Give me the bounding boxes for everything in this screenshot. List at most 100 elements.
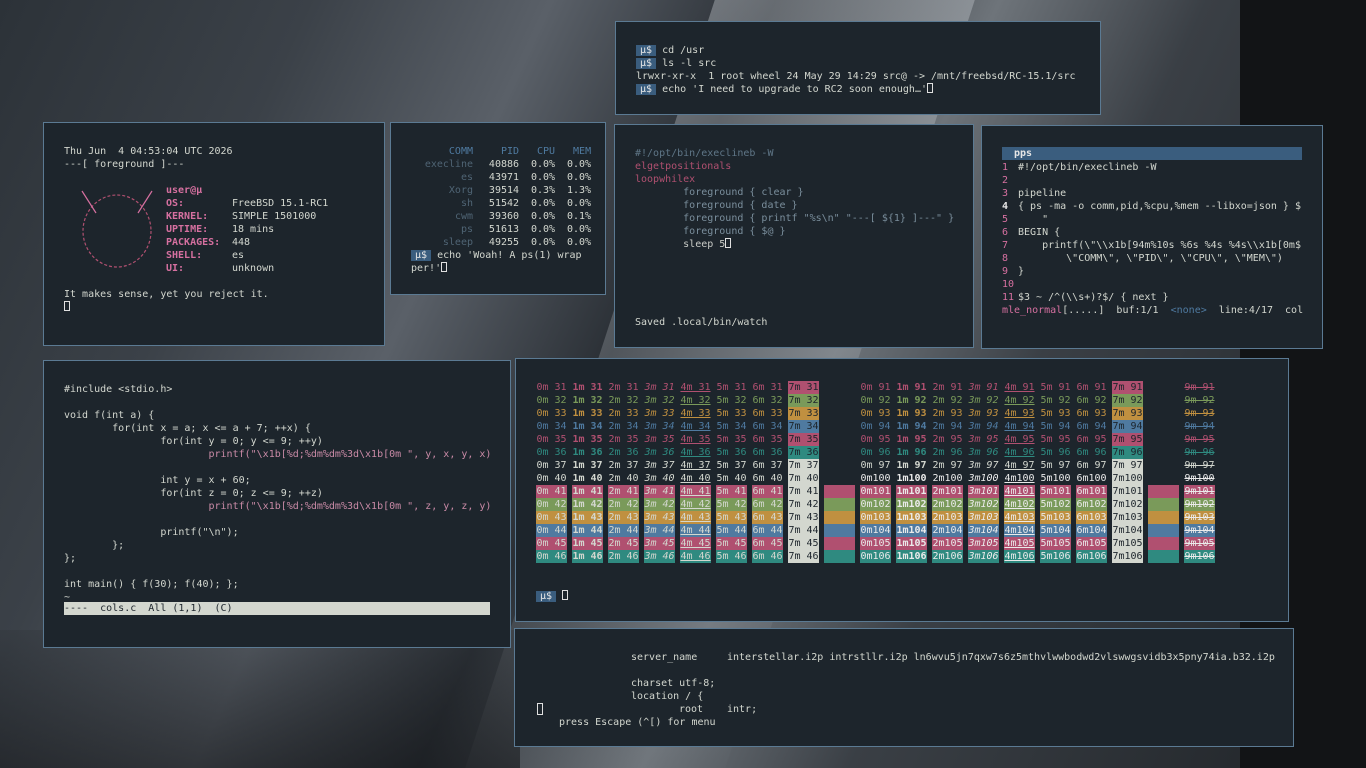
- editor-line: 6 BEGIN {: [1002, 227, 1061, 238]
- color-cell: 2m 31: [608, 382, 639, 393]
- color-cell: 4m 32: [680, 395, 711, 406]
- color-cell-bright: 1m 92: [896, 395, 927, 406]
- color-table-window[interactable]: 0m 31 1m 31 2m 31 3m 31 4m 31 5m 31 6m 31 7m 31…: [515, 358, 1289, 622]
- color-cell-bright: 0m104: [860, 524, 891, 537]
- color-cell: 3m 33: [644, 408, 675, 419]
- code-line: foreground { printf "%s\n" "---[ ${1} ]-…: [635, 213, 955, 224]
- os-label: OS:: [166, 198, 185, 209]
- color-cell-bright: 9m105: [1184, 537, 1215, 550]
- color-cell: 1m 36: [572, 447, 603, 458]
- config-line: location / {: [631, 691, 704, 702]
- color-cell: 5m 45: [716, 537, 747, 550]
- date-text: Thu Jun 4 04:53:04 UTC 2026: [64, 146, 233, 157]
- color-cell: 3m 41: [644, 485, 675, 498]
- color-cell-bright: 9m102: [1184, 498, 1215, 511]
- terminal-line: µ$ echo 'I need to upgrade to RC2 soon e…: [636, 83, 933, 96]
- color-cell-bright: 2m101: [932, 485, 963, 498]
- editor-window[interactable]: pps 1 #!/opt/bin/execlineb -W 2 3 pipeline 4{…: [981, 125, 1323, 349]
- color-cell: 3m 37: [644, 460, 675, 471]
- color-cell-bright: 3m 96: [968, 447, 999, 458]
- color-cell: 2m 45: [608, 537, 639, 550]
- ps-window[interactable]: COMM PID CPU MEM execline 40886 0.0% 0.0…: [390, 122, 606, 295]
- code-line: foreground { clear }: [635, 187, 804, 198]
- editor-line: 11 $3 ~ /^(\\s+)?$/ { next }: [1002, 292, 1169, 303]
- color-swatch: [1148, 446, 1179, 459]
- code-line: };: [64, 540, 125, 551]
- uptime-label: UPTIME:: [166, 224, 209, 235]
- color-cell: 6m 31: [752, 382, 783, 393]
- color-cell: 7m 46: [788, 550, 819, 563]
- editor-line: 7 printf(\"\\x1b[94m%10s %6s %4s %4s\\x1…: [1002, 240, 1301, 251]
- color-cell: 0m 41: [536, 485, 567, 498]
- color-cell-bright: 1m102: [896, 498, 927, 511]
- color-cell-bright: 5m 95: [1040, 434, 1071, 445]
- tab-pps[interactable]: pps: [1002, 147, 1302, 160]
- color-cell: 6m 35: [752, 434, 783, 445]
- color-cell-bright: 2m102: [932, 498, 963, 511]
- color-cell-bright: 2m 95: [932, 434, 963, 445]
- command-text: echo 'Woah! A ps(1) wrap: [437, 250, 582, 261]
- fetch-window[interactable]: Thu Jun 4 04:53:04 UTC 2026 ---[ foregro…: [43, 122, 385, 346]
- wallpaper-floor: [0, 630, 520, 768]
- watch-script-window[interactable]: #!/opt/bin/execlineb -W elgetpositionals…: [614, 124, 974, 348]
- text-cursor: [441, 262, 448, 272]
- color-cell-bright: 1m101: [896, 485, 927, 498]
- color-cell: 2m 41: [608, 485, 639, 498]
- color-cell-bright: 1m 93: [896, 408, 927, 419]
- color-cell-bright: 5m102: [1040, 498, 1071, 511]
- color-cell-bright: 3m105: [968, 537, 999, 550]
- color-cell-bright: 0m100: [860, 472, 891, 485]
- color-cell-bright: 2m103: [932, 511, 963, 524]
- color-cell-bright: 6m 97: [1076, 460, 1107, 471]
- ps-row: cwm 39360 0.0% 0.1%: [454, 211, 592, 222]
- color-cell: 0m 37: [536, 460, 567, 471]
- color-swatch: [1148, 459, 1179, 472]
- color-cell-bright: 9m106: [1184, 550, 1215, 563]
- terminal-window-top[interactable]: µ$ cd /usr µ$ ls -l src lrwxr-xr-x 1 roo…: [615, 21, 1101, 115]
- color-cell-bright: 6m106: [1076, 550, 1107, 563]
- ps-row: sh 51542 0.0% 0.0%: [460, 198, 592, 209]
- color-cell-bright: 1m104: [896, 524, 927, 537]
- color-cell-bright: 4m100: [1004, 472, 1035, 485]
- color-cell: 3m 46: [644, 550, 675, 563]
- color-cell-bright: 3m 97: [968, 460, 999, 471]
- color-cell-bright: 1m 94: [896, 421, 927, 432]
- color-cell-bright: 4m103: [1004, 511, 1035, 524]
- color-cell: 3m 43: [644, 511, 675, 524]
- color-cell-bright: 3m 93: [968, 408, 999, 419]
- color-cell-bright: 2m 93: [932, 408, 963, 419]
- color-cell-bright: 9m 93: [1184, 408, 1215, 419]
- code-line: printf("\x1b[%d;%dm%dm%3d\x1b[0m ", y, x…: [64, 449, 492, 460]
- editor-line: 2: [1002, 175, 1009, 186]
- color-cell-bright: 4m104: [1004, 524, 1035, 537]
- color-cell: 6m 36: [752, 447, 783, 458]
- config-value: interstellar.i2p intrstllr.i2p ln6wvu5jn…: [727, 652, 1275, 663]
- color-cell: 6m 40: [752, 472, 783, 485]
- code-line: printf("\x1b[%d;%dm%dm%3d\x1b[0m ", z, y…: [64, 501, 492, 512]
- color-cell-bright: 5m100: [1040, 472, 1071, 485]
- color-cell-bright: 9m104: [1184, 524, 1215, 537]
- color-cell-bright: 3m103: [968, 511, 999, 524]
- color-cell: 5m 37: [716, 460, 747, 471]
- ps-header: COMM PID CPU MEM: [448, 146, 592, 157]
- ui-value: unknown: [232, 263, 275, 274]
- color-cell-bright: 5m 96: [1040, 447, 1071, 458]
- terminal-line: µ$ echo 'Woah! A ps(1) wrap: [411, 249, 582, 262]
- color-swatch: [824, 394, 855, 407]
- color-cell: 5m 32: [716, 395, 747, 406]
- ps-row: sleep 49255 0.0% 0.0%: [442, 237, 592, 248]
- color-cell: 6m 33: [752, 408, 783, 419]
- color-cell-bright: 0m 96: [860, 447, 891, 458]
- color-cell-bright: 7m 94: [1112, 420, 1143, 433]
- editor-statusbar: mle_normal[.....] buf:1/1 <none> line:4/…: [1002, 305, 1304, 316]
- code-line: foreground { date }: [635, 200, 798, 211]
- color-cell-bright: 2m104: [932, 524, 963, 537]
- color-cell: 7m 41: [788, 485, 819, 498]
- color-cell-bright: 9m 96: [1184, 447, 1215, 458]
- packages-label: PACKAGES:: [166, 237, 221, 248]
- nginx-config-window[interactable]: server_name interstellar.i2p intrstllr.i…: [514, 628, 1294, 747]
- emacs-modeline: ---- cols.c All (1,1) (C): [64, 602, 490, 615]
- color-cell-bright: 4m 95: [1004, 434, 1035, 445]
- color-swatch: [824, 550, 855, 563]
- c-editor-window[interactable]: #include <stdio.h> void f(int a) { for(in…: [43, 360, 511, 648]
